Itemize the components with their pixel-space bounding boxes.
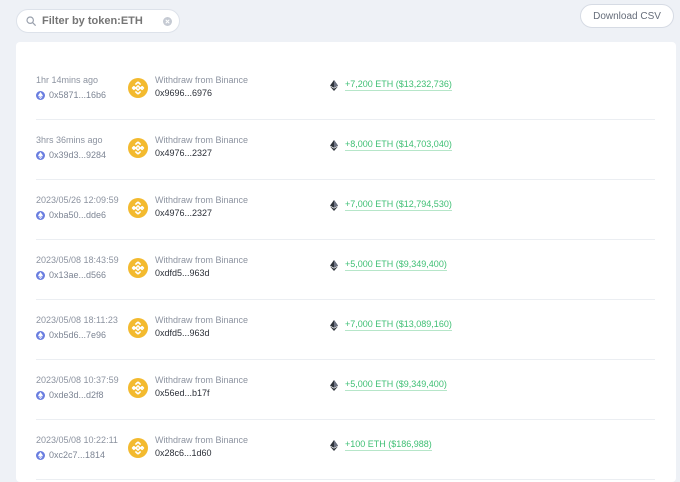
ethereum-chain-icon <box>36 330 45 340</box>
ethereum-chain-icon <box>36 270 45 280</box>
counterparty-label: Withdraw from Binance <box>155 255 249 265</box>
transfer-amount[interactable]: +8,000 ETH ($14,703,040) <box>330 139 452 151</box>
timestamp: 2023/05/08 18:43:59 <box>36 255 119 265</box>
eth-token-icon <box>330 259 338 271</box>
recipient-address[interactable]: 0xb5d6...7e96 <box>36 330 106 340</box>
eth-token-icon <box>330 319 338 331</box>
timestamp: 2023/05/26 12:09:59 <box>36 195 119 205</box>
transfer-amount[interactable]: +7,000 ETH ($12,794,530) <box>330 199 452 211</box>
transfer-row: 2023/05/08 18:43:59 0x13ae...d566 Withdraw… <box>36 240 655 300</box>
transfer-row: 2023/05/08 18:11:23 0xb5d6...7e96 Withdraw… <box>36 300 655 360</box>
binance-icon <box>128 318 148 338</box>
token-filter-input[interactable] <box>42 15 163 27</box>
ethereum-chain-icon <box>36 390 45 400</box>
sender-address[interactable]: 0x9696...6976 <box>155 88 212 98</box>
binance-icon <box>128 78 148 98</box>
recipient-address[interactable]: 0x5871...16b6 <box>36 90 106 100</box>
search-icon <box>26 16 36 26</box>
clear-icon[interactable] <box>163 16 172 26</box>
eth-token-icon <box>330 79 338 91</box>
binance-icon <box>128 198 148 218</box>
amount-text[interactable]: +7,000 ETH ($13,089,160) <box>345 319 452 331</box>
recipient-address[interactable]: 0x13ae...d566 <box>36 270 106 280</box>
binance-icon <box>128 258 148 278</box>
ethereum-chain-icon <box>36 210 45 220</box>
timestamp: 2023/05/08 10:22:11 <box>36 435 118 445</box>
transfer-amount[interactable]: +7,200 ETH ($13,232,736) <box>330 79 452 91</box>
amount-text[interactable]: +5,000 ETH ($9,349,400) <box>345 259 447 271</box>
counterparty-label: Withdraw from Binance <box>155 75 249 85</box>
recipient-address-text[interactable]: 0x39d3...9284 <box>49 150 106 160</box>
ethereum-chain-icon <box>36 150 45 160</box>
sender-address[interactable]: 0x56ed...b17f <box>155 388 210 398</box>
eth-token-icon <box>330 379 338 391</box>
ethereum-chain-icon <box>36 450 45 460</box>
eth-token-icon <box>330 139 338 151</box>
sender-address[interactable]: 0x28c6...1d60 <box>155 448 212 458</box>
recipient-address-text[interactable]: 0xb5d6...7e96 <box>49 330 106 340</box>
transfer-row: 2023/05/08 10:37:59 0xde3d...d2f8 Withdraw… <box>36 360 655 420</box>
amount-text[interactable]: +7,200 ETH ($13,232,736) <box>345 79 452 91</box>
transfer-amount[interactable]: +7,000 ETH ($13,089,160) <box>330 319 452 331</box>
recipient-address-text[interactable]: 0x5871...16b6 <box>49 90 106 100</box>
amount-text[interactable]: +8,000 ETH ($14,703,040) <box>345 139 452 151</box>
transfer-row: 2023/05/26 12:09:59 0xba50...dde6 Withdraw… <box>36 180 655 240</box>
download-csv-button[interactable]: Download CSV <box>580 4 674 28</box>
transfer-amount[interactable]: +100 ETH ($186,988) <box>330 439 432 451</box>
amount-text[interactable]: +7,000 ETH ($12,794,530) <box>345 199 452 211</box>
eth-token-icon <box>330 199 338 211</box>
amount-text[interactable]: +5,000 ETH ($9,349,400) <box>345 379 447 391</box>
recipient-address[interactable]: 0x39d3...9284 <box>36 150 106 160</box>
sender-address[interactable]: 0x4976...2327 <box>155 208 212 218</box>
timestamp: 3hrs 36mins ago <box>36 135 103 145</box>
timestamp: 2023/05/08 10:37:59 <box>36 375 119 385</box>
sender-address[interactable]: 0xdfd5...963d <box>155 328 210 338</box>
amount-text[interactable]: +100 ETH ($186,988) <box>345 439 432 451</box>
recipient-address[interactable]: 0xc2c7...1814 <box>36 450 105 460</box>
counterparty-label: Withdraw from Binance <box>155 435 249 445</box>
transfer-amount[interactable]: +5,000 ETH ($9,349,400) <box>330 379 447 391</box>
recipient-address-text[interactable]: 0xde3d...d2f8 <box>49 390 104 400</box>
counterparty-label: Withdraw from Binance <box>155 135 249 145</box>
transfer-row: 2023/05/08 10:22:11 0xc2c7...1814 Withdraw… <box>36 420 655 480</box>
recipient-address-text[interactable]: 0x13ae...d566 <box>49 270 106 280</box>
sender-address[interactable]: 0x4976...2327 <box>155 148 212 158</box>
eth-token-icon <box>330 439 338 451</box>
binance-icon <box>128 438 148 458</box>
timestamp: 2023/05/08 18:11:23 <box>36 315 118 325</box>
timestamp: 1hr 14mins ago <box>36 75 99 85</box>
binance-icon <box>128 378 148 398</box>
recipient-address[interactable]: 0xba50...dde6 <box>36 210 106 220</box>
transfers-list: 1hr 14mins ago 0x5871...16b6 Withdraw from… <box>16 42 676 482</box>
recipient-address-text[interactable]: 0xc2c7...1814 <box>49 450 105 460</box>
counterparty-label: Withdraw from Binance <box>155 315 249 325</box>
sender-address[interactable]: 0xdfd5...963d <box>155 268 210 278</box>
recipient-address[interactable]: 0xde3d...d2f8 <box>36 390 104 400</box>
token-filter[interactable] <box>16 9 180 33</box>
counterparty-label: Withdraw from Binance <box>155 195 249 205</box>
transfer-row: 1hr 14mins ago 0x5871...16b6 Withdraw from… <box>36 60 655 120</box>
top-bar: Download CSV <box>0 0 680 42</box>
transfer-row: 3hrs 36mins ago 0x39d3...9284 Withdraw fro… <box>36 120 655 180</box>
recipient-address-text[interactable]: 0xba50...dde6 <box>49 210 106 220</box>
counterparty-label: Withdraw from Binance <box>155 375 249 385</box>
binance-icon <box>128 138 148 158</box>
ethereum-chain-icon <box>36 90 45 100</box>
transfer-amount[interactable]: +5,000 ETH ($9,349,400) <box>330 259 447 271</box>
